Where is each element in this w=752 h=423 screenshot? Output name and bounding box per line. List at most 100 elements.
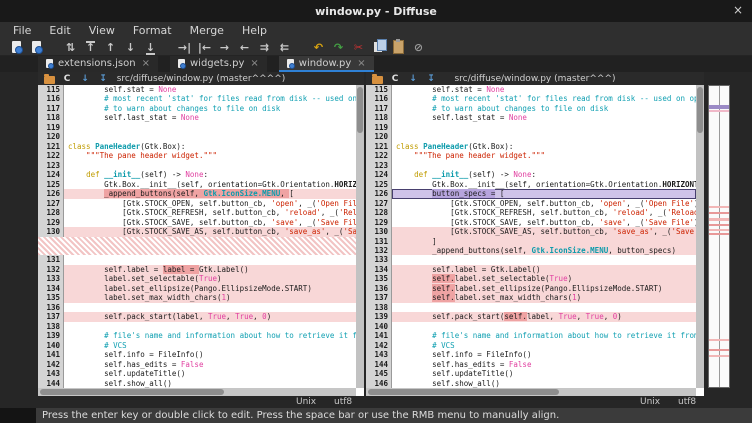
code-line[interactable]: 116 # most recent 'stat' for files read … [366,94,696,103]
code-line[interactable]: 139 # file's name and information about … [38,331,356,340]
menu-edit[interactable]: Edit [40,22,79,39]
code-line[interactable]: 119 [38,123,356,132]
new-2way-merge-icon[interactable] [8,40,25,55]
code-line[interactable]: 135 self.label.set_selectable(True) [366,274,696,283]
right-code-pane[interactable]: 115 self.stat = None116 # most recent 's… [366,85,704,396]
tab-widgets-py[interactable]: widgets.py× [170,56,267,72]
code-line[interactable]: 133 [366,255,696,264]
code-line[interactable]: 126 button_specs = [ [366,189,696,198]
code-line[interactable]: 130 [Gtk.STOCK_SAVE_AS, self.button_cb, … [366,227,696,236]
code-line[interactable]: 117 # to warn about changes to file on d… [366,104,696,113]
code-line[interactable]: 142 # VCS [366,341,696,350]
left-horizontal-scrollbar[interactable] [38,388,356,396]
shift-pane-right-icon[interactable]: →| [176,40,193,55]
last-difference-icon[interactable]: ↓ [142,40,159,55]
code-line[interactable]: 139 self.pack_start(self.label, True, Tr… [366,312,696,321]
close-window-icon[interactable]: × [733,3,743,17]
code-line[interactable]: 123 [366,161,696,170]
reload-file-icon[interactable]: C [60,73,74,85]
tab-close-icon[interactable]: × [142,58,150,69]
menu-help[interactable]: Help [233,22,276,39]
previous-difference-icon[interactable]: ↑ [102,40,119,55]
code-line[interactable]: 133 label.set_selectable(True) [38,274,356,283]
tab-close-icon[interactable]: × [357,58,365,69]
shift-pane-left-icon[interactable]: |← [196,40,213,55]
right-horizontal-scrollbar[interactable] [366,388,696,396]
merge-from-right-icon[interactable]: ⇇ [276,40,293,55]
cut-icon[interactable]: ✂ [350,40,367,55]
code-line[interactable]: 122 """The pane header widget.""" [38,151,356,160]
code-line[interactable]: 136 [38,303,356,312]
clear-edits-icon[interactable]: ⊘ [410,40,427,55]
copy-selection-right-icon[interactable]: → [216,40,233,55]
open-file-icon[interactable] [42,73,56,85]
undo-icon[interactable]: ↶ [310,40,327,55]
title-bar[interactable]: window.py - Diffuse × [0,0,752,23]
right-vertical-scrollbar-thumb[interactable] [697,87,703,133]
code-line[interactable]: 131 [38,255,356,264]
code-line[interactable]: 124 def __init__(self) -> None: [38,170,356,179]
tab-extensions-json[interactable]: extensions.json× [38,56,158,72]
code-line[interactable]: 144 self.has_edits = False [366,360,696,369]
code-line[interactable]: 134 self.label = Gtk.Label() [366,265,696,274]
code-line[interactable]: 141 # file's name and information about … [366,331,696,340]
code-line[interactable]: 146 self.show_all() [366,379,696,388]
code-line[interactable]: 143 self.info = FileInfo() [366,350,696,359]
left-horizontal-scrollbar-thumb[interactable] [40,389,224,395]
code-line[interactable]: 131 ] [366,237,696,246]
copy-icon[interactable] [370,40,387,55]
code-line[interactable]: 117 # to warn about changes to file on d… [38,104,356,113]
right-horizontal-scrollbar-thumb[interactable] [368,389,559,395]
code-line[interactable]: 127 [Gtk.STOCK_OPEN, self.button_cb, 'op… [366,199,696,208]
open-file-icon[interactable] [370,73,384,85]
code-line[interactable]: 121class PaneHeader(Gtk.Box): [366,142,696,151]
code-line[interactable]: 129 [Gtk.STOCK_SAVE, self.button_cb, 'sa… [366,218,696,227]
copy-selection-left-icon[interactable]: ← [236,40,253,55]
tab-window-py[interactable]: window.py× [279,56,374,72]
code-line[interactable]: 142 self.has_edits = False [38,360,356,369]
code-line[interactable]: 115 self.stat = None [366,85,696,94]
code-line[interactable]: 115 self.stat = None [38,85,356,94]
first-difference-icon[interactable]: ↑ [82,40,99,55]
code-line[interactable]: 145 self.updateTitle() [366,369,696,378]
code-line[interactable]: 118 self.last_stat = None [366,113,696,122]
code-line[interactable]: 124 def __init__(self) -> None: [366,170,696,179]
open-file-merge-icon[interactable] [28,40,45,55]
save-file-as-icon[interactable]: ↧ [96,73,110,85]
code-line[interactable]: 138 [366,303,696,312]
code-line[interactable]: 138 [38,322,356,331]
save-file-as-icon[interactable]: ↧ [424,73,438,85]
code-line[interactable]: 121class PaneHeader(Gtk.Box): [38,142,356,151]
tab-close-icon[interactable]: × [250,58,258,69]
code-line[interactable]: 132 self.label = label = Gtk.Label() [38,265,356,274]
save-file-icon[interactable]: ↓ [78,73,92,85]
code-line[interactable]: 120 [366,132,696,141]
code-line[interactable]: 129 [Gtk.STOCK_SAVE, self.button_cb, 'sa… [38,218,356,227]
code-line[interactable]: 119 [366,123,696,132]
diff-overview-map[interactable] [708,85,730,388]
menu-merge[interactable]: Merge [181,22,233,39]
code-line[interactable]: 136 self.label.set_ellipsize(Pango.Ellip… [366,284,696,293]
code-line[interactable]: 118 self.last_stat = None [38,113,356,122]
code-line[interactable]: 144 self.show_all() [38,379,356,388]
left-vertical-scrollbar[interactable] [356,85,364,388]
code-line[interactable]: 135 label.set_max_width_chars(1) [38,293,356,302]
code-line[interactable]: 125 Gtk.Box.__init__(self, orientation=G… [38,180,356,189]
right-vertical-scrollbar[interactable] [696,85,704,388]
code-line[interactable]: 126 _append_buttons(self, Gtk.IconSize.M… [38,189,356,198]
code-line[interactable]: 134 label.set_ellipsize(Pango.EllipsizeM… [38,284,356,293]
code-line[interactable]: 128 [Gtk.STOCK_REFRESH, self.button_cb, … [366,208,696,217]
merge-from-left-icon[interactable]: ⇉ [256,40,273,55]
left-code-pane[interactable]: 115 self.stat = None116 # most recent 's… [38,85,364,396]
code-line[interactable]: 137 self.label.set_max_width_chars(1) [366,293,696,302]
menu-view[interactable]: View [80,22,124,39]
menu-file[interactable]: File [4,22,40,39]
code-line[interactable]: 140 # VCS [38,341,356,350]
redo-icon[interactable]: ↷ [330,40,347,55]
code-line[interactable]: 137 self.pack_start(label, True, True, 0… [38,312,356,321]
paste-icon[interactable] [390,40,407,55]
code-line[interactable]: 116 # most recent 'stat' for files read … [38,94,356,103]
code-line[interactable]: 120 [38,132,356,141]
code-line[interactable]: 132 _append_buttons(self, Gtk.IconSize.M… [366,246,696,255]
reload-file-icon[interactable]: C [388,73,402,85]
